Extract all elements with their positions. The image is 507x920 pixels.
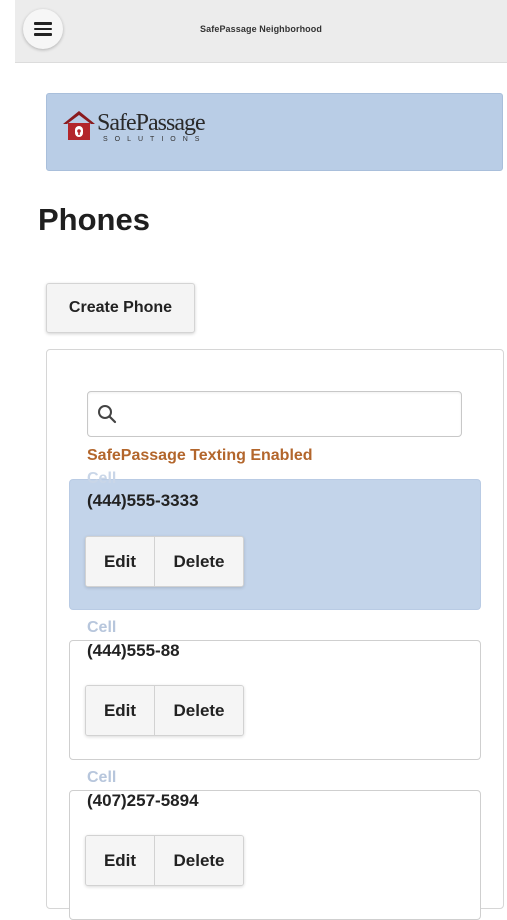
app-title: SafePassage Neighborhood <box>200 24 322 34</box>
create-phone-button[interactable]: Create Phone <box>46 283 195 333</box>
edit-button[interactable]: Edit <box>86 537 155 586</box>
phone-number: (444)555-3333 <box>87 491 199 510</box>
phone-type-label: Cell <box>87 470 117 487</box>
delete-button[interactable]: Delete <box>155 686 243 735</box>
delete-button[interactable]: Delete <box>155 836 243 885</box>
phone-type-label: Cell <box>87 769 121 787</box>
search-icon <box>98 405 117 424</box>
company-logo: SafePassage SOLUTIONS <box>61 108 221 148</box>
top-app-bar: SafePassage Neighborhood <box>15 0 507 63</box>
phone-actions: Edit Delete <box>85 685 244 736</box>
texting-status: SafePassage Texting Enabled <box>87 447 313 464</box>
phone-actions: Edit Delete <box>85 536 244 587</box>
brand-banner: SafePassage SOLUTIONS <box>46 93 503 171</box>
phone-type-label: Cell <box>87 619 121 637</box>
logo-subtitle: SOLUTIONS <box>103 136 207 143</box>
phone-actions: Edit Delete <box>85 835 244 886</box>
search-field[interactable] <box>87 391 462 438</box>
house-icon <box>63 111 95 140</box>
page-title: Phones <box>38 202 150 237</box>
delete-button[interactable]: Delete <box>155 537 243 586</box>
phone-number: (407)257-5894 <box>87 791 199 810</box>
logo-wordmark: SafePassage <box>97 110 206 136</box>
edit-button[interactable]: Edit <box>86 686 155 735</box>
phone-number: (444)555-88 <box>87 641 180 660</box>
search-input[interactable] <box>124 392 453 438</box>
edit-button[interactable]: Edit <box>86 836 155 885</box>
